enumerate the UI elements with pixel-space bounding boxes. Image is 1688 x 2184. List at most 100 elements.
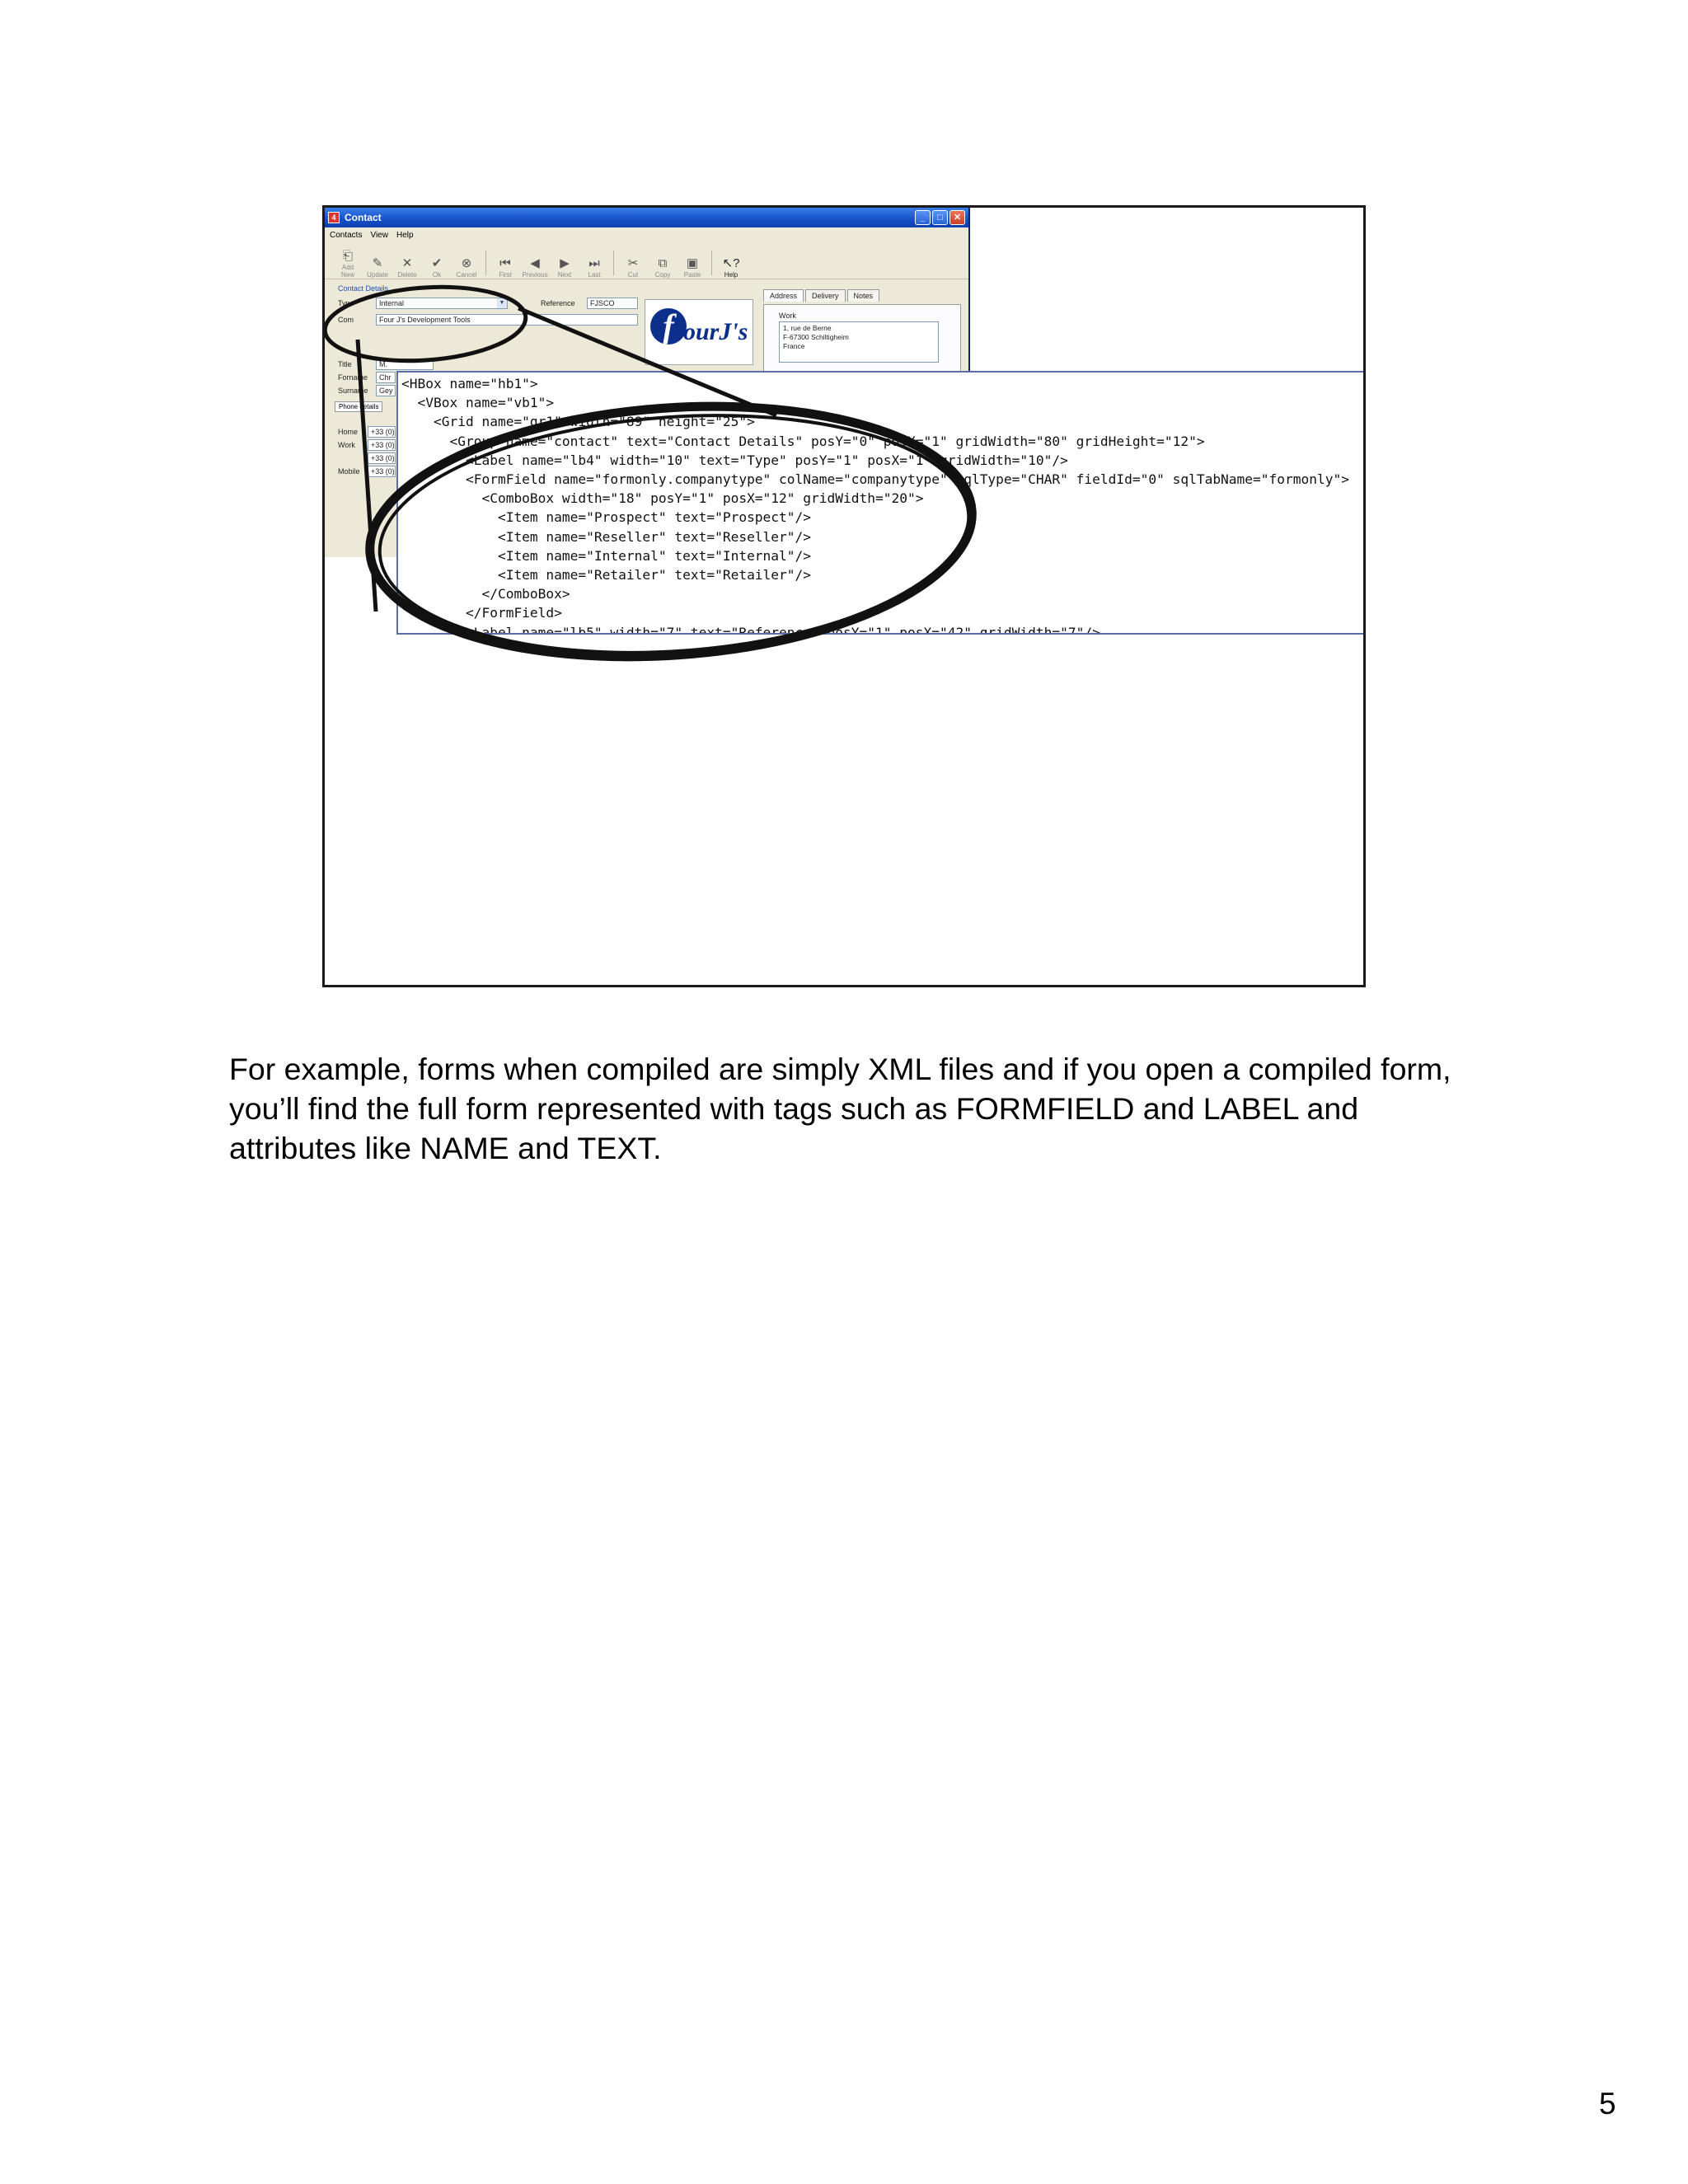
window-titlebar: 4 Contact _ □ ✕: [325, 208, 968, 227]
check-icon: ✔: [431, 256, 443, 270]
toolbar-button-label: Next: [557, 271, 572, 279]
home-phone-field[interactable]: +33 (0): [368, 426, 396, 438]
toolbar-button-label: Paste: [683, 271, 701, 279]
toolbar-separator: [711, 251, 712, 275]
tab-address[interactable]: Address: [763, 289, 804, 302]
toolbar-button-first[interactable]: ⏮ First: [492, 256, 518, 279]
fax-value: +33 (0): [371, 454, 395, 462]
toolbar-button-label: Update: [367, 271, 388, 279]
mobile-value: +33 (0): [371, 467, 395, 476]
menu-view[interactable]: View: [370, 231, 388, 240]
toolbar-button-label: Cut: [627, 271, 639, 279]
xml-code-line: </ComboBox>: [401, 586, 570, 602]
next-icon: ▶: [560, 256, 570, 270]
type-combobox[interactable]: Internal ▼: [376, 298, 508, 309]
page-number: 5: [1599, 2087, 1616, 2121]
xml-code-line: <ComboBox width="18" posY="1" posX="12" …: [401, 490, 924, 507]
toolbar-button-label: First: [499, 271, 512, 279]
xml-code-line: <Item name="Prospect" text="Prospect"/>: [401, 509, 812, 526]
toolbar-button-paste[interactable]: ▣ Paste: [679, 256, 706, 279]
title-value: M.: [379, 360, 387, 368]
toolbar-button-ok[interactable]: ✔ Ok: [424, 256, 450, 279]
surname-value: Gey: [379, 387, 393, 395]
toolbar-button-label: Help: [724, 271, 738, 279]
toolbar: ⎗ Add New ✎ Update ✕ Delete ✔ Ok ⊗ Cancel ⏮ First ◀ P…: [325, 242, 968, 279]
slide-caption: For example, forms when compiled are sim…: [229, 1052, 1451, 1165]
logo-letter: f: [650, 308, 687, 344]
address-textarea[interactable]: 1, rue de Berne F-67300 Schiltigheim Fra…: [779, 321, 939, 363]
chevron-down-icon[interactable]: ▼: [497, 298, 507, 308]
tab-phone-details[interactable]: Phone details: [335, 401, 383, 412]
toolbar-button-label: Last: [588, 271, 601, 279]
toolbar-button-cut[interactable]: ✂ Cut: [620, 256, 646, 279]
work-caption: Work: [779, 312, 796, 320]
window-title: Contact: [345, 212, 382, 223]
address-tabs: Address Delivery Notes: [763, 289, 880, 302]
address-line: 1, rue de Berne: [783, 324, 832, 332]
delete-x-icon: ✕: [401, 256, 413, 270]
first-record-icon: ⏮: [499, 256, 511, 270]
toolbar-button-cancel[interactable]: ⊗ Cancel: [453, 256, 480, 279]
xml-code-line: <Item name="Internal" text="Internal"/>: [401, 547, 812, 564]
toolbar-button-help[interactable]: ↖? Help: [718, 256, 744, 279]
add-new-icon: ⎗: [342, 249, 353, 263]
toolbar-button-add-new[interactable]: ⎗ Add New: [335, 249, 361, 279]
toolbar-button-next[interactable]: ▶ Next: [551, 256, 578, 279]
group-caption: Contact Details: [338, 284, 389, 293]
toolbar-separator: [613, 251, 614, 275]
forename-field[interactable]: Chr: [376, 372, 396, 383]
app-icon: 4: [328, 212, 340, 223]
minimize-icon[interactable]: _: [915, 210, 931, 225]
mobile-phone-field[interactable]: +33 (0): [368, 466, 396, 477]
copy-icon: ⧉: [658, 256, 668, 270]
tab-delivery[interactable]: Delivery: [805, 289, 846, 302]
company-field[interactable]: Four J's Development Tools: [376, 314, 638, 326]
home-label: Home: [338, 428, 359, 436]
work-value: +33 (0): [371, 441, 395, 449]
help-arrow-icon: ↖?: [722, 256, 740, 270]
address-line: France: [783, 342, 805, 350]
xml-code-line: <VBox name="vb1">: [401, 395, 555, 411]
xml-code-line: <Item name="Retailer" text="Retailer"/>: [401, 567, 812, 583]
work-phone-field[interactable]: +33 (0): [368, 439, 396, 451]
surname-field[interactable]: Gey: [376, 385, 396, 396]
toolbar-button-update[interactable]: ✎ Update: [364, 256, 391, 279]
paste-icon: ▣: [686, 256, 699, 270]
type-label: Type: [338, 299, 354, 307]
toolbar-button-label: Delete: [397, 271, 417, 279]
company-value: Four J's Development Tools: [379, 316, 471, 324]
previous-icon: ◀: [530, 256, 540, 270]
xml-code-line: <Group name="contact" text="Contact Deta…: [401, 433, 1205, 449]
reference-value: FJSCO: [590, 299, 615, 307]
title-label: Title: [338, 360, 352, 368]
reference-label: Reference: [541, 299, 575, 307]
maximize-icon[interactable]: □: [932, 210, 948, 225]
menu-contacts[interactable]: Contacts: [330, 231, 362, 240]
forename-value: Chr: [379, 373, 392, 382]
toolbar-button-label: Ok: [432, 271, 442, 279]
work-label: Work: [338, 441, 355, 449]
menu-bar: Contacts View Help: [325, 227, 968, 242]
menu-help[interactable]: Help: [396, 231, 414, 240]
toolbar-button-delete[interactable]: ✕ Delete: [394, 256, 420, 279]
fax-phone-field[interactable]: +33 (0): [368, 452, 396, 464]
xml-code-line: <Item name="Reseller" text="Reseller"/>: [401, 528, 812, 545]
close-icon[interactable]: ✕: [950, 210, 965, 225]
toolbar-button-previous[interactable]: ◀ Previous: [522, 256, 548, 279]
title-combobox[interactable]: M.: [376, 359, 434, 370]
xml-code-line: <FormField name="formonly.companytype" c…: [401, 471, 1349, 487]
tab-notes[interactable]: Notes: [846, 289, 880, 302]
fourjs-logo: f ourJ's: [645, 299, 753, 365]
address-line: F-67300 Schiltigheim: [783, 333, 849, 341]
toolbar-button-label: Add New: [340, 264, 354, 279]
xml-code-line: <HBox name="hb1">: [401, 376, 538, 391]
toolbar-separator: [485, 251, 486, 275]
mobile-label: Mobile: [338, 467, 360, 476]
logo-text: ourJ's: [683, 318, 748, 345]
xml-code-line: <Grid name="gr1" width="89" height="25">: [401, 414, 755, 430]
toolbar-button-copy[interactable]: ⧉ Copy: [649, 256, 676, 279]
xml-code-line: </FormField>: [401, 605, 562, 621]
reference-field[interactable]: FJSCO: [587, 298, 638, 309]
type-value: Internal: [379, 299, 405, 307]
toolbar-button-last[interactable]: ⏭ Last: [581, 256, 607, 279]
